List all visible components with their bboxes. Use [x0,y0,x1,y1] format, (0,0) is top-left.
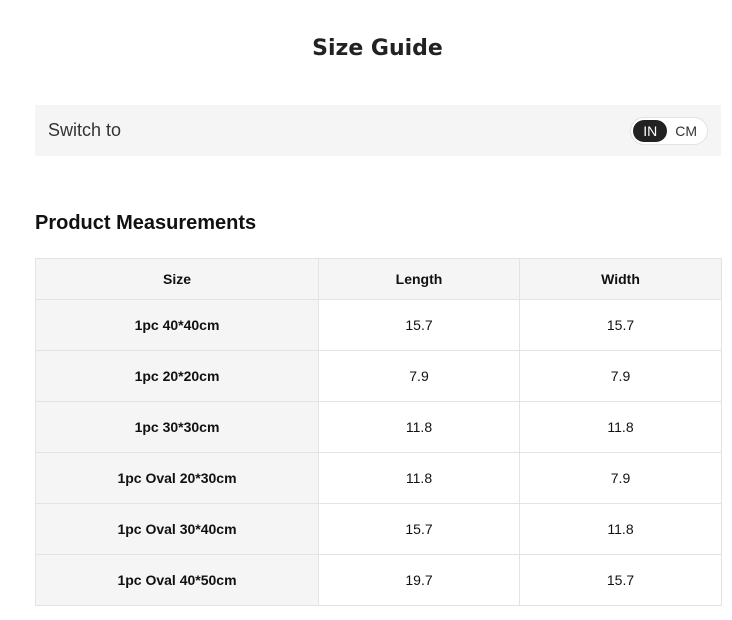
table-row: 1pc Oval 20*30cm 11.8 7.9 [35,452,722,504]
length-cell: 15.7 [318,503,520,555]
length-cell: 7.9 [318,350,520,402]
table-row: 1pc Oval 30*40cm 15.7 11.8 [35,503,722,555]
table-row: 1pc 40*40cm 15.7 15.7 [35,299,722,351]
width-cell: 7.9 [519,350,722,402]
unit-toggle[interactable]: IN CM [630,116,708,145]
unit-switch-bar: Switch to IN CM [35,105,721,156]
width-cell: 11.8 [519,503,722,555]
width-cell: 15.7 [519,299,722,351]
header-width: Width [519,258,722,300]
size-cell: 1pc 30*30cm [35,401,319,453]
width-cell: 7.9 [519,452,722,504]
header-length: Length [318,258,520,300]
table-row: 1pc 30*30cm 11.8 11.8 [35,401,722,453]
length-cell: 11.8 [318,452,520,504]
table-header-row: Size Length Width [35,258,722,300]
size-cell: 1pc Oval 30*40cm [35,503,319,555]
unit-option-cm[interactable]: CM [667,120,705,142]
size-cell: 1pc Oval 40*50cm [35,554,319,606]
size-cell: 1pc Oval 20*30cm [35,452,319,504]
table-row: 1pc Oval 40*50cm 19.7 15.7 [35,554,722,606]
length-cell: 19.7 [318,554,520,606]
length-cell: 11.8 [318,401,520,453]
page-title: Size Guide [312,36,443,61]
width-cell: 15.7 [519,554,722,606]
size-cell: 1pc 20*20cm [35,350,319,402]
unit-option-in[interactable]: IN [633,119,668,142]
table-row: 1pc 20*20cm 7.9 7.9 [35,350,722,402]
length-cell: 15.7 [318,299,520,351]
header-size: Size [35,258,319,300]
section-title: Product Measurements [35,212,257,234]
switch-label: Switch to [48,120,122,140]
width-cell: 11.8 [519,401,722,453]
size-cell: 1pc 40*40cm [35,299,319,351]
measurements-table: Size Length Width 1pc 40*40cm 15.7 15.7 … [35,258,722,606]
